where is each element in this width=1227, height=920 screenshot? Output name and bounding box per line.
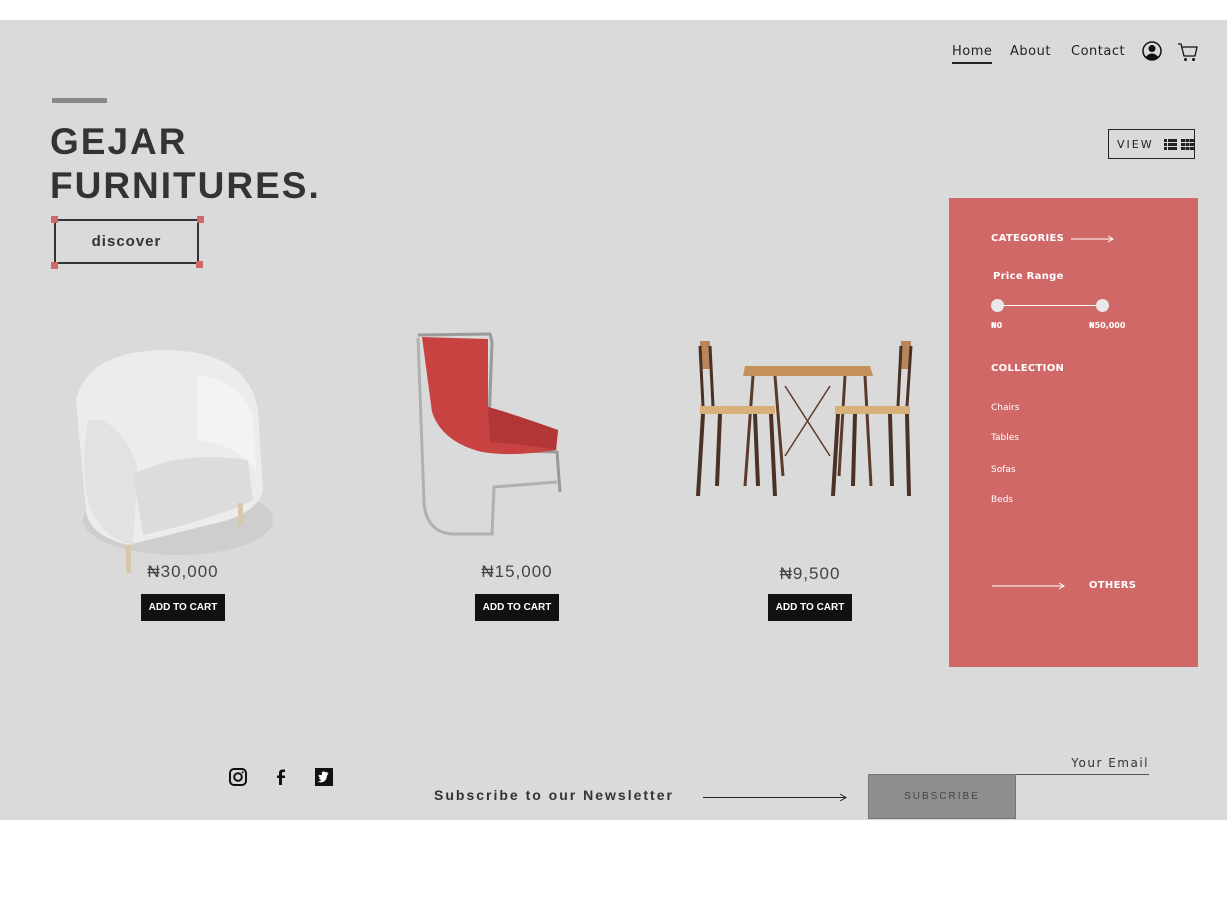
nav-about[interactable]: About (1010, 44, 1051, 59)
twitter-icon[interactable] (315, 768, 333, 786)
price-max-label: ₦50,000 (1089, 321, 1126, 330)
add-to-cart-button[interactable]: ADD TO CART (474, 594, 560, 621)
selection-handle (51, 262, 58, 269)
subscribe-button[interactable]: SUBSCRIBE (868, 774, 1016, 819)
price-range-track (997, 305, 1104, 306)
selection-handle (197, 216, 204, 223)
user-icon[interactable] (1142, 41, 1162, 61)
cart-icon[interactable] (1177, 41, 1199, 63)
collection-title: COLLECTION (991, 363, 1065, 374)
newsletter-title: Subscribe to our Newsletter (434, 787, 674, 803)
page-background: Home About Contact GEJAR FURNITURES. dis… (0, 20, 1227, 820)
email-field[interactable] (1016, 752, 1149, 775)
nav-contact[interactable]: Contact (1071, 44, 1125, 59)
collection-item-sofas[interactable]: Sofas (991, 465, 1016, 475)
product-price: ₦9,500 (779, 564, 841, 583)
price-max-slider[interactable] (1096, 299, 1109, 312)
selection-handle (196, 261, 203, 268)
hero-title-line2: FURNITURES. (50, 165, 321, 206)
categories-title[interactable]: CATEGORIES (991, 233, 1064, 244)
price-min-slider[interactable] (991, 299, 1004, 312)
arrow-right-icon (703, 793, 847, 802)
product-card: ₦9,500 ADD TO CART (740, 564, 880, 621)
discover-button[interactable]: discover (54, 219, 199, 264)
view-label: VIEW (1117, 137, 1154, 151)
price-min-label: ₦0 (991, 321, 1003, 330)
price-range-label: Price Range (993, 271, 1064, 282)
product-price: ₦30,000 (147, 562, 219, 581)
arrow-right-icon (992, 582, 1065, 590)
grid-view-icon[interactable] (1180, 138, 1194, 150)
collection-item-beds[interactable]: Beds (991, 495, 1013, 505)
product-card: ₦30,000 ADD TO CART (113, 562, 253, 621)
others-link[interactable]: OTHERS (1089, 580, 1136, 591)
arrow-right-icon (1071, 235, 1114, 243)
view-toggle: VIEW (1108, 129, 1195, 159)
armchair-image[interactable] (48, 340, 278, 575)
add-to-cart-button[interactable]: ADD TO CART (140, 594, 226, 621)
hero-title: GEJAR FURNITURES. (50, 120, 321, 208)
add-to-cart-button[interactable]: ADD TO CART (767, 594, 853, 621)
collection-item-chairs[interactable]: Chairs (991, 403, 1019, 413)
instagram-icon[interactable] (229, 768, 247, 786)
hero-accent-bar (52, 98, 107, 103)
list-view-icon[interactable] (1163, 138, 1177, 150)
selection-handle (51, 216, 58, 223)
product-price: ₦15,000 (481, 562, 553, 581)
hero-title-line1: GEJAR (50, 121, 188, 162)
facebook-icon[interactable] (272, 768, 290, 786)
filter-panel: CATEGORIES Price Range ₦0 ₦50,000 COLLEC… (949, 198, 1198, 667)
table-set-image[interactable] (695, 336, 915, 502)
nav-home[interactable]: Home (952, 44, 993, 64)
product-card: ₦15,000 ADD TO CART (447, 562, 587, 621)
red-chair-image[interactable] (412, 332, 567, 538)
collection-item-tables[interactable]: Tables (991, 433, 1019, 443)
